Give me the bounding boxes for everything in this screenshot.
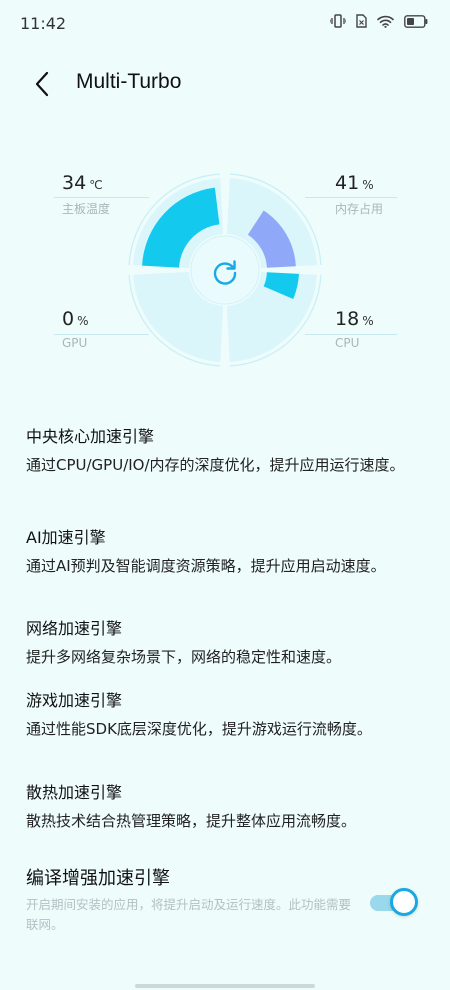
feature-desc: 通过CPU/GPU/IO/内存的深度优化，提升应用运行速度。 <box>26 456 405 474</box>
feature-desc: 通过AI预判及智能调度资源策略，提升应用启动速度。 <box>26 557 386 575</box>
feature-game-engine: 游戏加速引擎 通过性能SDK底层深度优化，提升游戏运行流畅度。 <box>26 690 426 782</box>
memory-label: 内存占用 <box>335 202 384 216</box>
gpu-value: 0 <box>62 308 75 330</box>
gpu-label: GPU <box>62 336 88 350</box>
compile-boost-toggle[interactable] <box>368 888 418 916</box>
feature-cpu-engine: 中央核心加速引擎 通过CPU/GPU/IO/内存的深度优化，提升应用运行速度。 <box>26 426 426 527</box>
refresh-button[interactable] <box>205 253 245 293</box>
feature-title: 游戏加速引擎 <box>26 691 123 710</box>
feature-title: 散热加速引擎 <box>26 783 123 802</box>
performance-dashboard: 34 ℃ 主板温度 41% 内存占用 0% GPU 18% CPU <box>0 150 450 380</box>
feature-desc: 散热技术结合热管理策略，提升整体应用流畅度。 <box>26 812 357 830</box>
divider <box>54 334 149 335</box>
memory-unit: % <box>362 178 374 192</box>
wifi-icon <box>377 15 394 28</box>
home-indicator[interactable] <box>135 984 315 988</box>
feature-title: AI加速引擎 <box>26 528 106 547</box>
back-button[interactable] <box>24 64 60 104</box>
vibrate-icon <box>330 14 346 28</box>
feature-network-engine: 网络加速引擎 提升多网络复杂场景下，网络的稳定性和速度。 <box>26 618 426 690</box>
feature-ai-engine: AI加速引擎 通过AI预判及智能调度资源策略，提升应用启动速度。 <box>26 527 426 618</box>
feature-desc: 通过性能SDK底层深度优化，提升游戏运行流畅度。 <box>26 720 372 738</box>
compile-boost-setting: 编译增强加速引擎 开启期间安装的应用，将提升启动及运行速度。此功能需要联网。 <box>26 866 426 935</box>
feature-list: 中央核心加速引擎 通过CPU/GPU/IO/内存的深度优化，提升应用运行速度。 … <box>26 426 426 854</box>
battery-icon <box>404 14 428 28</box>
divider <box>54 197 149 198</box>
cpu-value: 18 <box>335 308 360 330</box>
cpu-metric: 18% CPU <box>335 308 374 350</box>
compile-boost-desc: 开启期间安装的应用，将提升启动及运行速度。此功能需要联网。 <box>26 897 352 932</box>
board-temp-label: 主板温度 <box>62 202 111 216</box>
page-title: Multi-Turbo <box>76 70 182 93</box>
status-bar: 11:42 <box>0 0 450 50</box>
feature-thermal-engine: 散热加速引擎 散热技术结合热管理策略，提升整体应用流畅度。 <box>26 782 426 854</box>
board-temp-metric: 34 ℃ 主板温度 <box>62 172 110 217</box>
board-temp-value: 34 <box>62 172 87 194</box>
gpu-metric: 0% GPU <box>62 308 89 350</box>
feature-desc: 提升多网络复杂场景下，网络的稳定性和速度。 <box>26 648 342 666</box>
feature-title: 中央核心加速引擎 <box>26 427 155 446</box>
status-time: 11:42 <box>20 14 67 33</box>
memory-metric: 41% 内存占用 <box>335 172 383 217</box>
refresh-icon <box>213 260 237 285</box>
header: Multi-Turbo <box>0 62 450 106</box>
cpu-label: CPU <box>335 336 360 350</box>
feature-title: 网络加速引擎 <box>26 619 123 638</box>
toggle-knob <box>390 888 418 916</box>
cpu-unit: % <box>362 314 374 328</box>
status-icons <box>330 14 428 28</box>
compile-boost-title: 编译增强加速引擎 <box>26 868 170 889</box>
chevron-left-icon <box>35 71 49 97</box>
memory-value: 41 <box>335 172 360 194</box>
divider <box>305 197 397 198</box>
gpu-unit: % <box>77 314 89 328</box>
divider <box>305 334 397 335</box>
sim-icon <box>356 14 367 28</box>
board-temp-unit: ℃ <box>89 178 103 192</box>
